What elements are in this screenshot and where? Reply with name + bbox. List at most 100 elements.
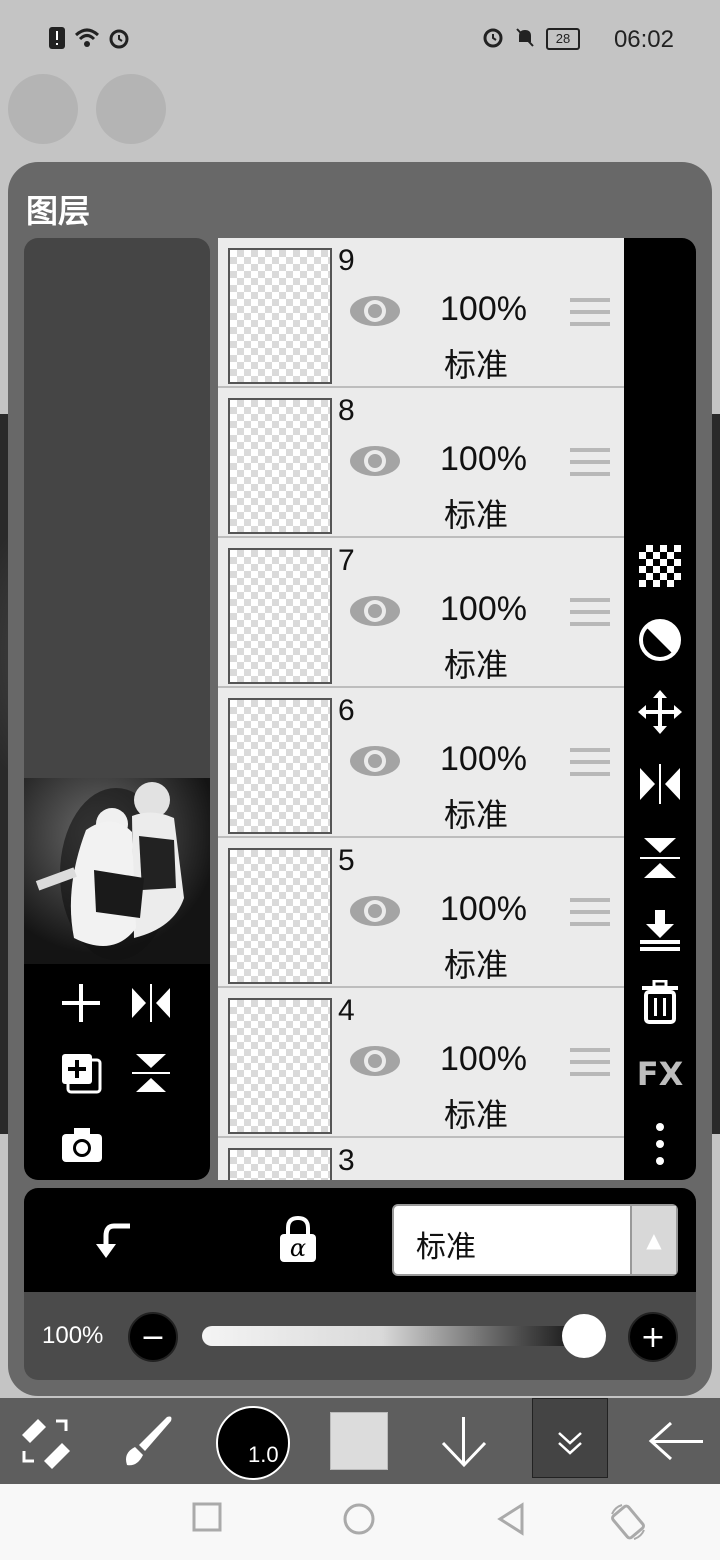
half-circle-icon[interactable] <box>638 618 682 662</box>
add-layer-icon[interactable] <box>60 982 102 1028</box>
layer-opacity: 100% <box>440 1040 527 1078</box>
visibility-eye-icon[interactable] <box>348 594 402 632</box>
layer-row[interactable]: 5 100% 标准 <box>218 838 624 988</box>
battery-indicator: 28 <box>546 28 580 50</box>
layer-name: 6 <box>338 694 355 727</box>
merge-down-icon[interactable] <box>638 908 682 952</box>
flip-vertical-icon[interactable] <box>638 836 682 880</box>
drag-handle-icon[interactable] <box>570 598 610 634</box>
layer-row[interactable]: 4 100% 标准 <box>218 988 624 1138</box>
duplicate-layer-icon[interactable] <box>60 1052 102 1098</box>
layer-opacity: 100% <box>440 740 527 778</box>
status-icons-left <box>48 26 130 54</box>
layer-name: 7 <box>338 544 355 577</box>
layer-thumbnail[interactable] <box>228 698 332 834</box>
back-arrow-icon[interactable] <box>640 1398 710 1484</box>
rotate-icon[interactable] <box>608 1502 648 1546</box>
layer-row[interactable]: 7 100% 标准 <box>218 538 624 688</box>
opacity-label: 100% <box>42 1322 104 1349</box>
alarm-icon <box>108 27 130 53</box>
flip-horizontal-icon[interactable] <box>130 982 172 1028</box>
blend-mode-value: 标准 <box>416 1230 476 1265</box>
brush-size-value: 1.0 <box>248 1442 279 1467</box>
layer-blend-mode: 标准 <box>444 946 509 984</box>
layer-tools-column <box>24 238 210 1180</box>
drag-handle-icon[interactable] <box>570 1048 610 1084</box>
flip-vertical-icon[interactable] <box>130 1052 172 1098</box>
move-icon[interactable] <box>638 690 682 734</box>
layer-row[interactable]: 8 100% 标准 <box>218 388 624 538</box>
layer-opacity: 100% <box>440 440 527 478</box>
main-toolbar: 1.0 <box>0 1398 720 1484</box>
visibility-eye-icon[interactable] <box>348 744 402 782</box>
drag-handle-icon[interactable] <box>570 748 610 784</box>
layer-opacity: 100% <box>440 590 527 628</box>
layer-thumbnail[interactable] <box>228 548 332 684</box>
drag-handle-icon[interactable] <box>570 898 610 934</box>
opacity-increase-button[interactable]: + <box>628 1312 678 1362</box>
drag-handle-icon[interactable] <box>570 298 610 334</box>
layer-blend-mode: 标准 <box>444 646 509 684</box>
layer-row[interactable]: 9 100% 标准 <box>218 238 624 388</box>
blend-mode-select[interactable]: 标准 ▲ <box>392 1204 678 1276</box>
layer-opacity: 100% <box>440 890 527 928</box>
recents-icon[interactable] <box>192 1502 222 1536</box>
visibility-eye-icon[interactable] <box>348 294 402 332</box>
opacity-row: 100% − + <box>24 1292 696 1380</box>
system-nav-bar <box>0 1484 720 1560</box>
camera-icon[interactable] <box>60 1124 104 1168</box>
visibility-eye-icon[interactable] <box>348 1044 402 1082</box>
svg-text:α: α <box>290 1234 306 1262</box>
alert-icon <box>48 26 66 54</box>
layer-row[interactable]: 6 100% 标准 <box>218 688 624 838</box>
drag-handle-icon[interactable] <box>570 448 610 484</box>
checker-icon[interactable] <box>638 544 682 588</box>
ghost-button-right[interactable] <box>96 74 166 144</box>
alpha-lock-icon[interactable]: α <box>278 1215 318 1268</box>
alarm-icon <box>482 26 504 52</box>
clipping-icon[interactable] <box>94 1218 138 1266</box>
chevron-up-icon[interactable]: ▲ <box>630 1206 676 1274</box>
collapse-panel-button[interactable] <box>532 1398 608 1478</box>
wifi-icon <box>74 27 100 53</box>
layer-blend-mode: 标准 <box>444 496 509 534</box>
color-swatch[interactable] <box>330 1412 388 1470</box>
arrow-down-icon[interactable] <box>432 1398 496 1484</box>
layer-blend-mode: 标准 <box>444 346 509 384</box>
double-chevron-down-icon <box>558 1432 582 1455</box>
opacity-decrease-button[interactable]: − <box>128 1312 178 1362</box>
clock: 06:02 <box>613 26 674 53</box>
more-icon[interactable] <box>638 1122 682 1166</box>
opacity-slider[interactable] <box>202 1314 606 1358</box>
opacity-slider-thumb[interactable] <box>562 1314 606 1358</box>
fx-icon[interactable]: FX <box>637 1052 684 1096</box>
layer-thumbnail[interactable] <box>228 1148 332 1180</box>
layer-thumbnail[interactable] <box>228 848 332 984</box>
brush-icon[interactable] <box>112 1398 182 1484</box>
trash-icon[interactable] <box>638 980 682 1024</box>
visibility-eye-icon[interactable] <box>348 894 402 932</box>
layer-opacity: 100% <box>440 290 527 328</box>
swap-tools-icon[interactable] <box>12 1398 76 1484</box>
layer-thumbnail[interactable] <box>228 248 332 384</box>
layer-blend-mode: 标准 <box>444 1096 509 1134</box>
layer-row[interactable]: 3 <box>218 1138 624 1180</box>
canvas-preview <box>24 778 210 964</box>
flip-horizontal-icon[interactable] <box>638 762 682 806</box>
layer-thumbnail[interactable] <box>228 998 332 1134</box>
status-icons-right: 28 <box>482 26 580 52</box>
back-icon[interactable] <box>496 1502 526 1540</box>
status-bar: 28 06:02 <box>0 0 720 80</box>
panel-title: 图层 <box>26 192 91 230</box>
mute-bell-icon <box>514 26 536 52</box>
layer-name: 3 <box>338 1144 355 1177</box>
home-icon[interactable] <box>342 1502 376 1540</box>
layer-name: 4 <box>338 994 355 1027</box>
layer-name: 5 <box>338 844 355 877</box>
layer-list[interactable]: 9 100% 标准 8 100% 标准 7 100% 标准 6 100% 标准 5 100% 标准 4 100%… <box>218 238 624 1180</box>
ghost-button-left[interactable] <box>8 74 78 144</box>
layer-actions-bar: FX <box>624 238 696 1180</box>
layer-thumbnail[interactable] <box>228 398 332 534</box>
layer-name: 8 <box>338 394 355 427</box>
visibility-eye-icon[interactable] <box>348 444 402 482</box>
